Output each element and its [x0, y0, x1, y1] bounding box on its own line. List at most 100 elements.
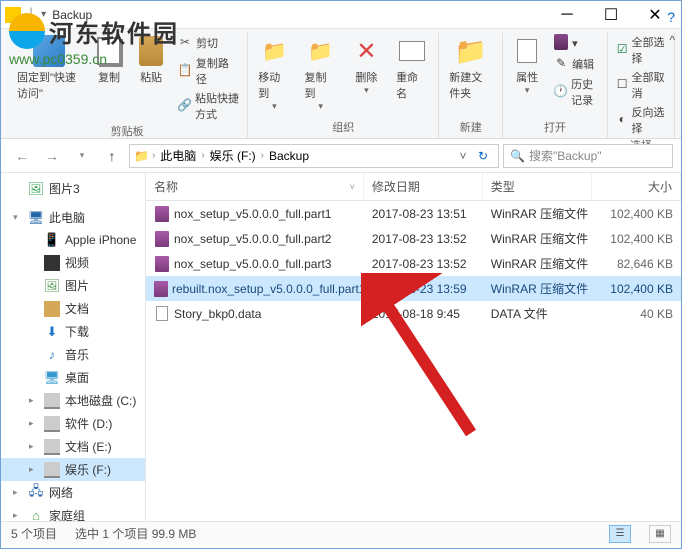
file-row[interactable]: Story_bkp0.data2017-08-18 9:45DATA 文件40 …	[146, 301, 681, 326]
breadcrumb-pc[interactable]: 此电脑	[158, 147, 198, 164]
breadcrumb-dropdown[interactable]: ˅	[454, 149, 472, 163]
qat-dropdown-icon[interactable]: ▾	[41, 9, 46, 20]
chevron-right-icon: ›	[258, 150, 267, 161]
help-icon[interactable]: ?	[667, 9, 675, 25]
file-type: DATA 文件	[483, 303, 592, 324]
file-type: WinRAR 压缩文件	[483, 228, 592, 249]
rar-icon	[154, 231, 170, 247]
up-button[interactable]: ↑	[99, 143, 125, 169]
file-date: 2017-08-23 13:52	[364, 255, 483, 273]
pin-to-quickaccess-button[interactable]: 固定到"快速访问"	[11, 33, 87, 123]
search-placeholder: 搜索"Backup"	[529, 147, 602, 164]
ribbon-group-label: 组织	[332, 119, 354, 138]
sidebar-item[interactable]: ▸文档 (E:)	[1, 435, 145, 458]
ribbon-collapse-icon[interactable]: ^	[669, 33, 675, 47]
cut-button[interactable]: ✂剪切	[173, 33, 243, 53]
sidebar: 🖼图片3 ▾🖥此电脑📱Apple iPhone视频🖼图片文档 ⬇ 下载 ♪ 音乐 🖥桌面▸本…	[1, 173, 146, 521]
chevron-right-icon: ›	[149, 150, 158, 161]
si-music-icon: ♪	[44, 347, 60, 363]
sidebar-item[interactable]: ▸本地磁盘 (C:)	[1, 389, 145, 412]
sidebar-item[interactable]: 📱Apple iPhone	[1, 229, 145, 251]
sidebar-item[interactable]: ▾🖥此电脑	[1, 206, 145, 229]
maximize-button[interactable]: ☐	[589, 1, 633, 29]
view-icons-button[interactable]: ▦	[649, 525, 671, 543]
sidebar-item[interactable]: ▸软件 (D:)	[1, 412, 145, 435]
pasteshortcut-icon: 🔗	[177, 97, 192, 113]
view-details-button[interactable]: ☰	[609, 525, 631, 543]
paste-icon	[135, 35, 167, 67]
si-drive-icon	[44, 462, 60, 478]
column-date[interactable]: 修改日期	[364, 173, 483, 200]
expand-icon: ▸	[13, 510, 23, 521]
file-name: Story_bkp0.data	[174, 307, 261, 321]
si-dl-icon: ⬇	[44, 324, 60, 340]
select-invert-button[interactable]: ◐反向选择	[612, 103, 670, 137]
search-input[interactable]: 🔍 搜索"Backup"	[503, 144, 673, 168]
copy-path-button[interactable]: 📋复制路径	[173, 54, 243, 88]
si-phone-icon: 📱	[44, 232, 60, 248]
new-folder-button[interactable]: 📁新建文件夹	[443, 33, 498, 119]
properties-icon	[511, 35, 543, 67]
breadcrumb-folder[interactable]: Backup	[267, 149, 311, 163]
paste-shortcut-button[interactable]: 🔗粘贴快捷方式	[173, 89, 243, 123]
move-to-button[interactable]: 📁移动到▾	[252, 33, 296, 119]
selectnone-icon: ☐	[616, 76, 629, 92]
sidebar-item[interactable]: ⬇ 下载	[1, 320, 145, 343]
properties-button[interactable]: 属性▾	[507, 33, 547, 119]
rar-icon	[154, 281, 168, 297]
history-button[interactable]: 🕐历史记录	[549, 75, 603, 109]
select-all-button[interactable]: ☑全部选择	[612, 33, 670, 67]
column-type[interactable]: 类型	[483, 173, 592, 200]
ribbon-group-new: 📁新建文件夹 新建	[439, 33, 503, 138]
sidebar-item-label: 文档	[65, 300, 89, 317]
copy-to-button[interactable]: 📁复制到▾	[299, 33, 343, 119]
copyto-icon: 📁	[305, 35, 337, 67]
delete-button[interactable]: ✕删除▾	[345, 33, 388, 119]
minimize-button[interactable]: ─	[545, 1, 589, 29]
rename-button[interactable]: 重命名	[390, 33, 434, 119]
file-name: rebuilt.nox_setup_v5.0.0.0_full.part1	[172, 282, 364, 296]
forward-button[interactable]: →	[39, 143, 65, 169]
expand-icon: ▸	[13, 487, 23, 498]
file-size: 102,400 KB	[592, 280, 681, 298]
recent-dropdown[interactable]: ▾	[69, 143, 95, 169]
sidebar-item[interactable]: ▸🖧网络	[1, 481, 145, 504]
sidebar-item-label: 下载	[65, 323, 89, 340]
sidebar-item-label: 桌面	[65, 369, 89, 386]
folder-icon	[5, 7, 21, 23]
sidebar-item[interactable]: 文档	[1, 297, 145, 320]
file-row[interactable]: rebuilt.nox_setup_v5.0.0.0_full.part1201…	[146, 276, 681, 301]
select-none-button[interactable]: ☐全部取消	[612, 68, 670, 102]
sidebar-item[interactable]: ▸娱乐 (F:)	[1, 458, 145, 481]
back-button[interactable]: ←	[9, 143, 35, 169]
sidebar-item-label: 此电脑	[49, 209, 85, 226]
edit-button[interactable]: ✎编辑	[549, 54, 603, 74]
sidebar-item-label: 音乐	[65, 346, 89, 363]
file-row[interactable]: nox_setup_v5.0.0.0_full.part12017-08-23 …	[146, 201, 681, 226]
status-item-count: 5 个项目	[11, 525, 57, 542]
refresh-button[interactable]: ↻	[472, 149, 494, 163]
file-row[interactable]: nox_setup_v5.0.0.0_full.part32017-08-23 …	[146, 251, 681, 276]
file-name: nox_setup_v5.0.0.0_full.part1	[174, 207, 331, 221]
sidebar-item[interactable]: 🖥桌面	[1, 366, 145, 389]
sidebar-item[interactable]: 🖼图片3	[1, 177, 145, 200]
paste-button[interactable]: 粘贴	[131, 33, 171, 123]
breadcrumb[interactable]: 📁 › 此电脑 › 娱乐 (F:) › Backup ˅ ↻	[129, 144, 499, 168]
chevron-right-icon: ›	[198, 150, 207, 161]
copy-button[interactable]: 复制	[89, 33, 129, 123]
file-row[interactable]: nox_setup_v5.0.0.0_full.part22017-08-23 …	[146, 226, 681, 251]
open-icon	[553, 34, 569, 50]
column-size[interactable]: 大小	[592, 173, 681, 200]
file-date: 2017-08-18 9:45	[364, 305, 483, 323]
open-button[interactable]: ▾	[549, 33, 603, 53]
selectinvert-icon: ◐	[616, 111, 629, 127]
si-pic-icon: 🖼	[28, 181, 44, 197]
file-type: WinRAR 压缩文件	[483, 278, 592, 299]
breadcrumb-drive[interactable]: 娱乐 (F:)	[208, 147, 258, 164]
titlebar: | ▾ Backup ─ ☐ ✕	[1, 1, 681, 29]
sidebar-item[interactable]: ▸⌂家庭组	[1, 504, 145, 521]
sidebar-item[interactable]: 视频	[1, 251, 145, 274]
sidebar-item[interactable]: 🖼图片	[1, 274, 145, 297]
sidebar-item[interactable]: ♪ 音乐	[1, 343, 145, 366]
column-name[interactable]: 名称˅	[146, 173, 364, 200]
